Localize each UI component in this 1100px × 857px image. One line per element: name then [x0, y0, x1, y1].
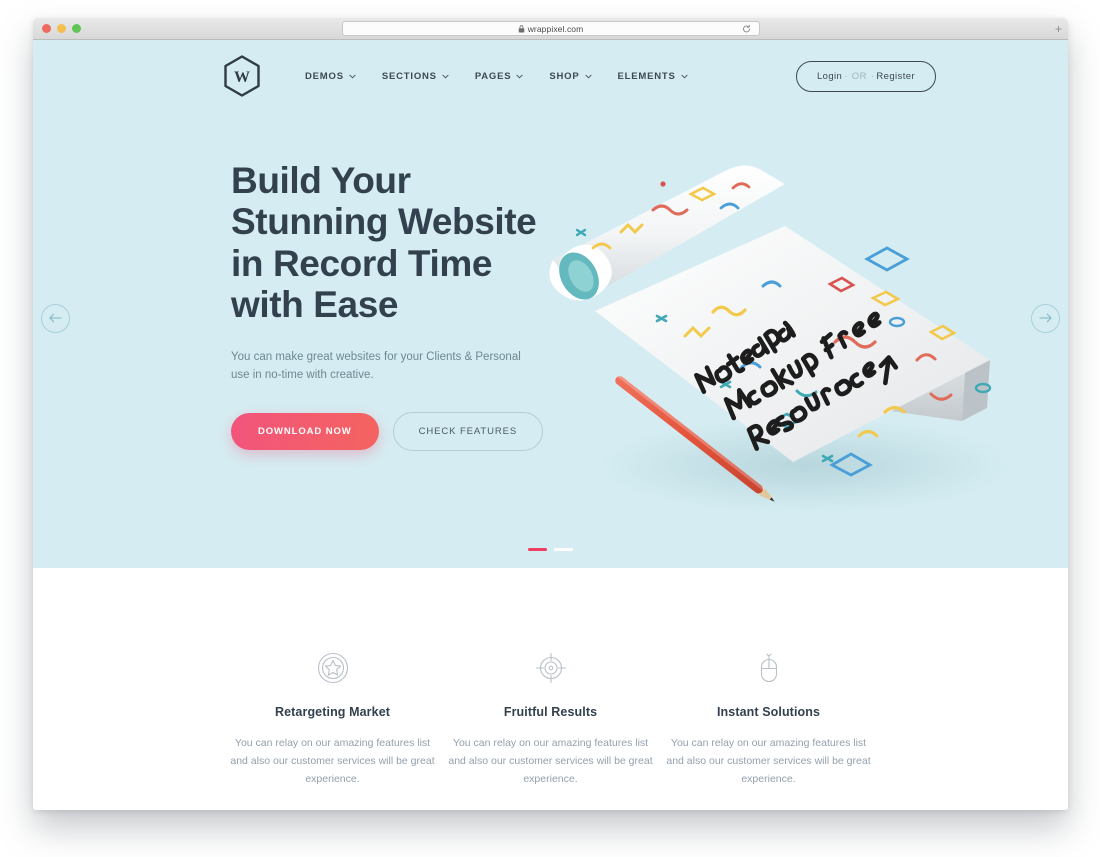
minimize-window-button[interactable] [57, 24, 66, 33]
close-window-button[interactable] [42, 24, 51, 33]
nav-item-demos[interactable]: DEMOS [305, 71, 356, 82]
nav-item-label: PAGES [474, 70, 512, 82]
target-crosshair-icon [448, 648, 654, 688]
browser-window: wrappixel.com + W DEMOS SECTIONS PAGES S… [33, 18, 1068, 810]
feature-title: Retargeting Market [274, 705, 391, 719]
notepad-mockup-illustration [535, 136, 1040, 526]
reload-icon[interactable] [742, 24, 751, 33]
carousel-indicator-1[interactable] [528, 548, 547, 551]
window-controls [42, 24, 81, 33]
maximize-window-button[interactable] [72, 24, 81, 33]
carousel-indicators [33, 548, 1068, 551]
feature-card-fruitful-results: Fruitful Results You can relay on our am… [442, 648, 660, 788]
auth-separator-left: · [844, 70, 848, 82]
page-viewport: W DEMOS SECTIONS PAGES SHOP ELEMENTS Log… [33, 40, 1068, 810]
computer-mouse-icon [666, 648, 872, 688]
hero-section: W DEMOS SECTIONS PAGES SHOP ELEMENTS Log… [33, 40, 1068, 568]
chevron-down-icon [584, 74, 592, 79]
feature-text: You can relay on our amazing features li… [666, 737, 871, 786]
download-now-button[interactable]: DOWNLOAD NOW [231, 413, 379, 450]
url-text: wrappixel.com [527, 23, 584, 34]
feature-text: You can relay on our amazing features li… [230, 737, 435, 786]
feature-title: Instant Solutions [716, 705, 821, 719]
browser-titlebar: wrappixel.com + [33, 18, 1068, 40]
feature-card-retargeting-market: Retargeting Market You can relay on our … [224, 648, 442, 788]
check-features-button[interactable]: CHECK FEATURES [392, 412, 544, 451]
hero-copy: Build Your Stunning Website in Record Ti… [231, 160, 561, 451]
hero-subtitle: You can make great websites for your Cli… [231, 350, 521, 382]
chevron-down-icon [442, 74, 449, 79]
login-register-button[interactable]: Login · OR · Register [795, 60, 936, 92]
register-link[interactable]: Register [876, 71, 915, 82]
nav-item-pages[interactable]: PAGES [475, 71, 524, 82]
carousel-prev-button[interactable] [41, 304, 70, 333]
chevron-down-icon [681, 74, 688, 79]
nav-item-label: SECTIONS [381, 70, 437, 82]
arrow-right-icon [1039, 310, 1052, 328]
svg-text:W: W [234, 69, 250, 86]
login-link[interactable]: Login [817, 71, 842, 82]
lock-icon [518, 24, 525, 33]
feature-card-instant-solutions: Instant Solutions You can relay on our a… [660, 648, 878, 788]
feature-text: You can relay on our amazing features li… [448, 737, 653, 786]
star-badge-icon [230, 648, 436, 688]
auth-or-label: OR [851, 70, 867, 82]
hexagon-logo-icon[interactable]: W [223, 55, 261, 97]
arrow-left-icon [49, 310, 62, 328]
features-section: Retargeting Market You can relay on our … [33, 568, 1068, 789]
nav-item-shop[interactable]: SHOP [549, 70, 592, 82]
nav-item-label: DEMOS [305, 70, 344, 82]
carousel-indicator-2[interactable] [554, 548, 573, 551]
hero-actions: DOWNLOAD NOW CHECK FEATURES [231, 412, 561, 451]
nav-item-label: SHOP [549, 70, 580, 82]
nav-links: DEMOS SECTIONS PAGES SHOP ELEMENTS [305, 71, 688, 82]
chevron-down-icon [349, 74, 356, 79]
nav-item-sections[interactable]: SECTIONS [382, 71, 449, 82]
feature-title: Fruitful Results [503, 705, 598, 719]
nav-item-elements[interactable]: ELEMENTS [618, 71, 688, 82]
main-navigation: W DEMOS SECTIONS PAGES SHOP ELEMENTS Log… [33, 40, 1068, 112]
chevron-down-icon [516, 74, 523, 79]
hero-title: Build Your Stunning Website in Record Ti… [231, 160, 537, 326]
nav-item-label: ELEMENTS [617, 70, 676, 82]
new-tab-button[interactable]: + [1055, 23, 1062, 35]
address-bar[interactable]: wrappixel.com [341, 21, 760, 36]
carousel-next-button[interactable] [1031, 304, 1060, 333]
